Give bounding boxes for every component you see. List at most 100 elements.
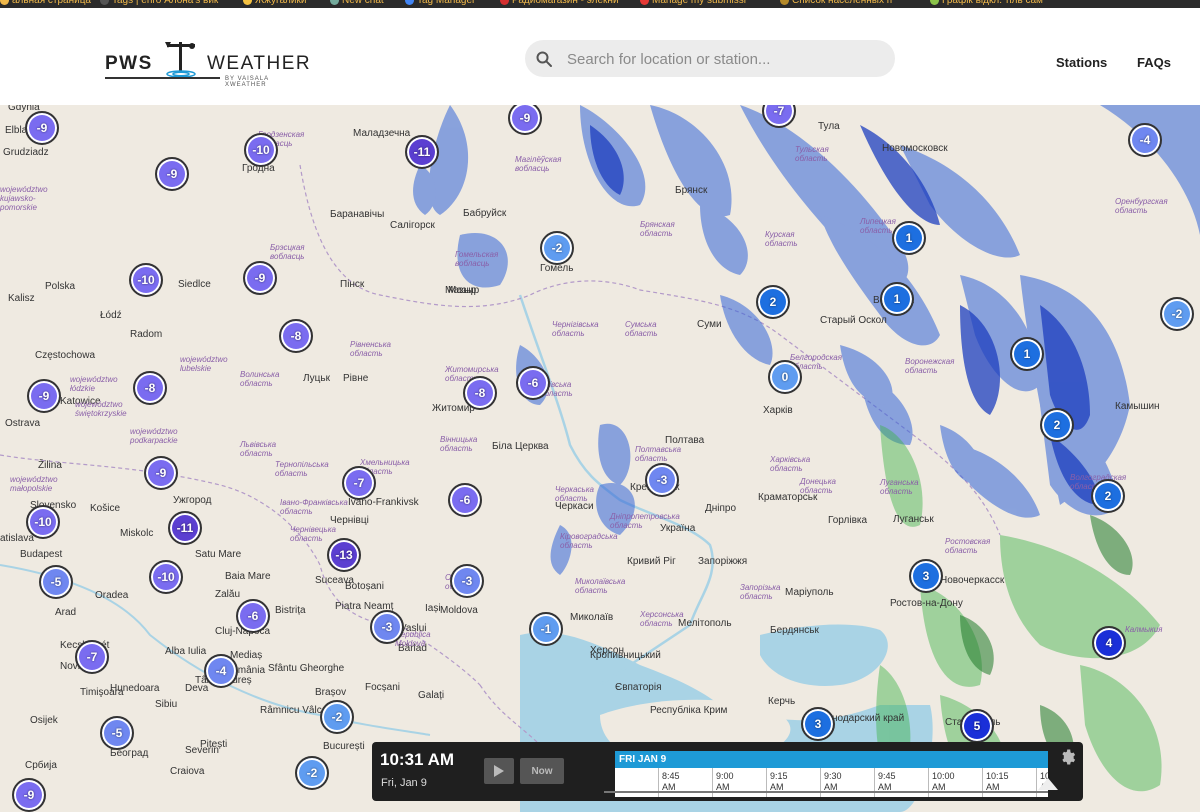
map-place-label: Ostrava — [5, 418, 41, 429]
station-marker[interactable]: 0 — [768, 360, 802, 394]
map-place-label: Тула — [818, 121, 840, 132]
station-marker[interactable]: -7 — [342, 466, 376, 500]
bookmark-item[interactable]: New chat — [330, 0, 384, 6]
station-marker[interactable]: -8 — [133, 371, 167, 405]
search-box[interactable] — [525, 40, 895, 79]
map-place-label: Botoșani — [345, 581, 384, 592]
station-marker[interactable]: 1 — [1010, 337, 1044, 371]
bookmark-item[interactable]: Tags | enro Алона's вик — [100, 0, 218, 6]
gear-icon[interactable] — [1058, 748, 1076, 766]
station-marker[interactable]: -10 — [26, 505, 60, 539]
nav-faqs-link[interactable]: FAQs — [1137, 55, 1171, 70]
map-region-label: Запорізька область — [740, 583, 781, 601]
map-region-label: Липецкая область — [860, 217, 896, 235]
station-marker[interactable]: 1 — [880, 282, 914, 316]
bookmark-label: Tag Manager — [417, 0, 476, 6]
map-place-label: Камышин — [1115, 401, 1160, 412]
station-marker[interactable]: -3 — [450, 564, 484, 598]
bookmark-favicon-icon — [0, 0, 9, 5]
station-temperature: -9 — [519, 111, 531, 125]
station-temperature: -10 — [252, 143, 270, 157]
map-region-label: województwo podkarpackie — [130, 427, 178, 445]
map-place-label: Рівне — [343, 373, 369, 384]
station-marker[interactable]: -9 — [243, 261, 277, 295]
station-marker[interactable]: -5 — [39, 565, 73, 599]
station-marker[interactable]: -11 — [405, 135, 439, 169]
bookmark-item[interactable]: Manage my submissi — [640, 0, 746, 6]
station-marker[interactable]: -9 — [155, 157, 189, 191]
station-marker[interactable]: -10 — [244, 133, 278, 167]
map-place-label: Запоріжжя — [698, 556, 748, 567]
station-marker[interactable]: -1 — [529, 612, 563, 646]
station-marker[interactable]: 4 — [1092, 626, 1126, 660]
station-marker[interactable]: -9 — [27, 379, 61, 413]
station-marker[interactable]: -2 — [295, 756, 329, 790]
map-place-label: Siedlce — [178, 279, 211, 290]
logo-underline — [105, 77, 220, 79]
station-temperature: -6 — [459, 493, 471, 507]
bookmark-item[interactable]: альная страница — [0, 0, 91, 6]
station-marker[interactable]: -3 — [370, 610, 404, 644]
play-button[interactable] — [484, 758, 514, 784]
station-temperature: 5 — [973, 719, 981, 733]
station-marker[interactable]: -4 — [204, 654, 238, 688]
map-place-label: Бердянськ — [770, 625, 819, 636]
station-marker[interactable]: -9 — [144, 456, 178, 490]
station-marker[interactable]: -8 — [279, 319, 313, 353]
logo-product-text: WEATHER — [207, 53, 312, 74]
map-place-label: Sibiu — [155, 699, 178, 710]
station-marker[interactable]: 5 — [960, 709, 994, 743]
map-region-label: Луганська область — [880, 478, 919, 496]
station-marker[interactable]: 3 — [909, 559, 943, 593]
station-marker[interactable]: -8 — [463, 376, 497, 410]
station-marker[interactable]: -6 — [516, 366, 550, 400]
station-temperature: -8 — [290, 329, 302, 343]
station-marker[interactable]: -6 — [236, 599, 270, 633]
station-marker[interactable]: 2 — [756, 285, 790, 319]
station-marker[interactable]: -5 — [100, 716, 134, 750]
bookmark-item[interactable]: Tag Manager — [405, 0, 475, 6]
station-marker[interactable]: -10 — [149, 560, 183, 594]
map-place-label: Sfântu Gheorghe — [268, 663, 345, 674]
map-place-label: Severin — [185, 745, 219, 756]
station-marker[interactable]: 2 — [1091, 479, 1125, 513]
bookmark-item[interactable]: Список населенных п — [780, 0, 892, 6]
station-marker[interactable]: -2 — [320, 700, 354, 734]
bookmark-favicon-icon — [930, 0, 939, 5]
station-marker[interactable]: 1 — [892, 221, 926, 255]
station-marker[interactable]: -9 — [12, 778, 46, 812]
nav-stations-link[interactable]: Stations — [1056, 55, 1107, 70]
station-marker[interactable]: -7 — [75, 640, 109, 674]
current-time: 10:31 AM — [380, 750, 455, 769]
station-marker[interactable]: -3 — [645, 463, 679, 497]
map-region-label: Сумська область — [625, 320, 658, 338]
map-place-label: Горлівка — [828, 515, 868, 526]
bookmark-item[interactable]: Жжугалики — [243, 0, 306, 6]
map-place-label: Луцьк — [303, 373, 330, 384]
bookmark-label: Список населенных п — [792, 0, 893, 6]
now-button[interactable]: Now — [520, 758, 564, 784]
station-marker[interactable]: 2 — [1040, 408, 1074, 442]
station-marker[interactable]: -10 — [129, 263, 163, 297]
station-marker[interactable]: -4 — [1128, 123, 1162, 157]
station-temperature: -9 — [155, 466, 167, 480]
station-temperature: -11 — [413, 145, 431, 159]
bookmark-item[interactable]: Графік відкл. тіль сам — [930, 0, 1043, 6]
station-marker[interactable]: -2 — [540, 231, 574, 265]
station-marker[interactable]: -9 — [25, 111, 59, 145]
weather-map[interactable]: Elblag Grudziadz Gdynia Гродна Малaдзечна Маз… — [0, 105, 1200, 812]
map-region-label: Кіровоградська область — [560, 532, 618, 550]
station-temperature: -9 — [23, 788, 35, 802]
station-marker[interactable]: -6 — [448, 483, 482, 517]
bookmark-item[interactable]: Радиомагазин - элекни — [500, 0, 619, 6]
map-place-label: Біла Церква — [492, 441, 549, 452]
station-marker[interactable]: 3 — [801, 707, 835, 741]
station-marker[interactable]: -13 — [327, 538, 361, 572]
bookmark-label: альная страница — [12, 0, 91, 6]
timeline-handle[interactable] — [1038, 778, 1058, 790]
map-region-label: Львівська область — [240, 440, 277, 458]
search-input[interactable] — [565, 40, 889, 79]
pws-weather-logo[interactable]: PWS WEATHER BY VAISALA XWEATHER — [105, 36, 310, 88]
station-marker[interactable]: -2 — [1160, 297, 1194, 331]
station-marker[interactable]: -11 — [168, 511, 202, 545]
